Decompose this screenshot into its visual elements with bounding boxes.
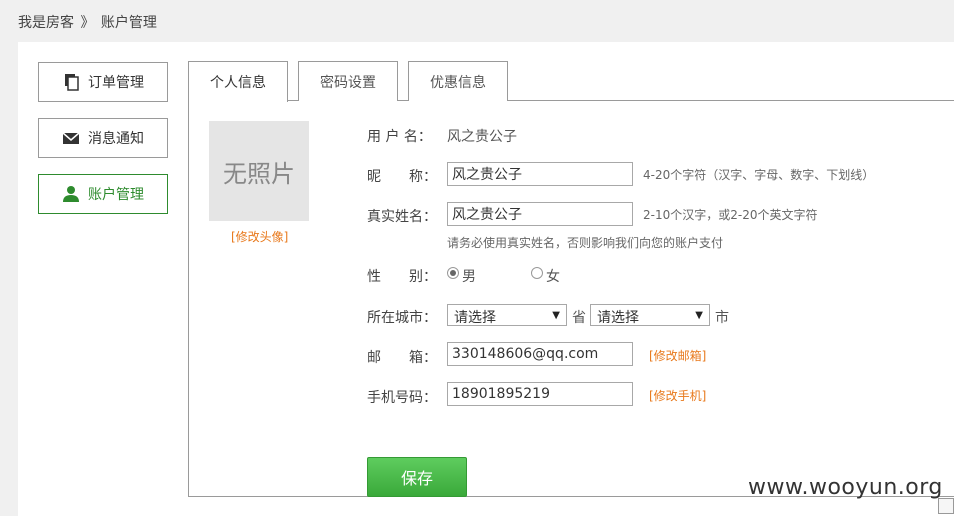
watermark: www.wooyun.org [748, 475, 943, 500]
save-button[interactable]: 保存 [367, 457, 467, 497]
email-field[interactable] [447, 342, 633, 366]
email-label: 邮 箱： [367, 350, 437, 366]
breadcrumb-separator: 》 [80, 15, 95, 31]
chevron-down-icon: ▼ [552, 310, 560, 321]
realname-hint: 2-10个汉字，或2-20个英文字符 [643, 208, 818, 222]
username-label: 用 户 名： [367, 129, 432, 145]
phone-label: 手机号码： [367, 390, 437, 406]
account-panel: 订单管理 消息通知 账户管理 个人信息 密码设置 优惠信息 无照片 [修改头像]… [18, 42, 954, 516]
realname-field[interactable] [447, 202, 633, 226]
tab-personal-info[interactable]: 个人信息 [188, 61, 288, 102]
phone-field[interactable] [447, 382, 633, 406]
nickname-hint: 4-20个字符（汉字、字母、数字、下划线） [643, 168, 875, 182]
breadcrumb-home[interactable]: 我是房客 [18, 15, 74, 31]
envelope-icon [62, 132, 80, 144]
breadcrumb-current: 账户管理 [100, 15, 157, 31]
document-icon [65, 74, 79, 91]
province-suffix: 省 [572, 310, 586, 326]
mail-notification-icon[interactable] [938, 498, 954, 514]
city-suffix: 市 [715, 310, 729, 326]
user-icon [63, 186, 79, 202]
sidebar-item-label: 消息通知 [88, 131, 144, 147]
gender-female-label: 女 [546, 269, 560, 285]
edit-email-link[interactable]: [修改邮箱] [649, 347, 706, 364]
gender-female-radio[interactable] [531, 267, 543, 279]
gender-male-label: 男 [462, 269, 476, 285]
realname-note: 请务必使用真实姓名，否则影响我们向您的账户支付 [447, 236, 724, 250]
tab-password-settings[interactable]: 密码设置 [298, 61, 398, 101]
sidebar-item-label: 账户管理 [88, 187, 144, 203]
edit-avatar-link[interactable]: [修改头像] [231, 228, 288, 245]
breadcrumb: 我是房客 》 账户管理 [18, 12, 159, 32]
avatar: 无照片 [209, 121, 309, 221]
tab-offers[interactable]: 优惠信息 [408, 61, 508, 101]
sidebar-item-messages[interactable]: 消息通知 [38, 118, 168, 158]
gender-label: 性 别： [367, 269, 437, 285]
city-select-value: 请选择 [597, 310, 639, 326]
sidebar-item-account[interactable]: 账户管理 [38, 174, 168, 214]
sidebar-item-orders[interactable]: 订单管理 [38, 62, 168, 102]
username-value: 风之贵公子 [447, 129, 517, 145]
province-select[interactable]: 请选择 ▼ [447, 304, 567, 326]
province-select-value: 请选择 [454, 310, 496, 326]
edit-phone-link[interactable]: [修改手机] [649, 387, 706, 404]
city-label: 所在城市： [367, 310, 437, 326]
realname-label: 真实姓名： [367, 209, 437, 225]
sidebar-item-label: 订单管理 [88, 75, 144, 91]
city-select[interactable]: 请选择 ▼ [590, 304, 710, 326]
gender-male-radio[interactable] [447, 267, 459, 279]
nickname-field[interactable] [447, 162, 633, 186]
nickname-label: 昵 称： [367, 169, 437, 185]
chevron-down-icon: ▼ [695, 310, 703, 321]
